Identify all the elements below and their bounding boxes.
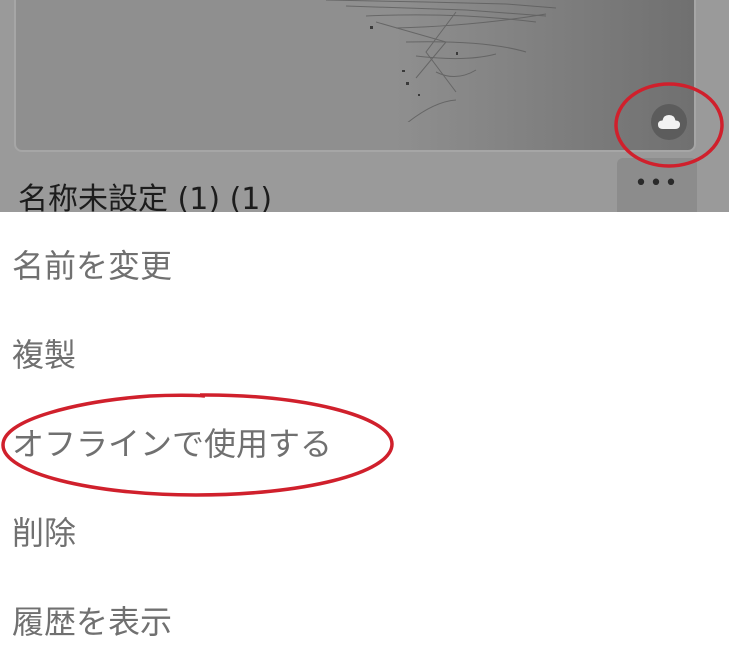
document-card-backdrop: 名称未設定 (1) (1) ••• xyxy=(0,0,729,212)
more-options-button[interactable]: ••• xyxy=(617,158,697,212)
menu-item-offline[interactable]: オフラインで使用する xyxy=(0,402,729,482)
document-thumbnail[interactable] xyxy=(14,0,696,152)
menu-item-duplicate[interactable]: 複製 xyxy=(0,313,729,393)
cloud-icon[interactable] xyxy=(651,104,687,140)
document-title: 名称未設定 (1) (1) xyxy=(18,182,273,212)
menu-item-history[interactable]: 履歴を表示 xyxy=(0,580,729,660)
more-icon: ••• xyxy=(634,171,680,196)
sketch-preview xyxy=(325,0,557,122)
menu-item-rename[interactable]: 名前を変更 xyxy=(0,224,729,304)
context-menu-sheet: 名前を変更 複製 オフラインで使用する 削除 履歴を表示 xyxy=(0,212,729,671)
menu-item-delete[interactable]: 削除 xyxy=(0,491,729,571)
